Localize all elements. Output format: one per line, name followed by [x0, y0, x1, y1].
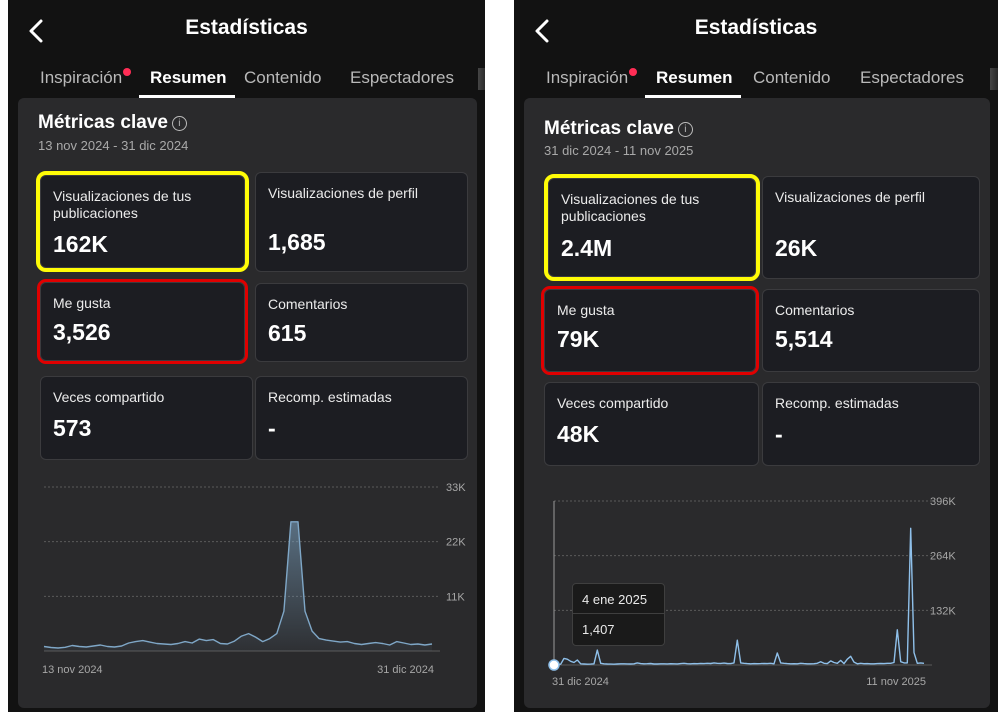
metric-value: 5,514	[775, 326, 833, 352]
metric-value: 1,685	[268, 229, 326, 255]
y-tick-label: 264K	[930, 551, 956, 563]
series-line	[43, 521, 433, 649]
tab-label: Resumen	[150, 68, 227, 87]
top-bar: Estadísticas	[8, 0, 485, 64]
metric-profile-views[interactable]: Visualizaciones de perfil 26K	[762, 176, 980, 279]
metric-post-views[interactable]: Visualizaciones de tus publicaciones 2.4…	[544, 174, 760, 281]
page-title: Estadísticas	[185, 16, 308, 39]
page-title: Estadísticas	[694, 16, 818, 39]
tab-label: Resumen	[656, 68, 733, 87]
metric-value: -	[268, 415, 276, 441]
tab-label: Contenido	[753, 68, 831, 87]
tooltip-date: 4 ene 2025	[582, 592, 648, 607]
metric-label: Comentarios	[775, 302, 855, 318]
metric-shares[interactable]: Veces compartido 48K	[544, 382, 759, 466]
metric-profile-views[interactable]: Visualizaciones de perfil 1,685	[255, 172, 468, 272]
metric-likes[interactable]: Me gusta 3,526	[37, 279, 248, 364]
tab-bar: Inspiración Resumen Contenido Espectador…	[8, 60, 485, 98]
metric-label: Visualizaciones de tus publicaciones	[561, 191, 700, 224]
tooltip-value: 1,407	[582, 622, 615, 637]
metric-label: Me gusta	[557, 302, 615, 318]
metric-value: 3,526	[53, 319, 111, 345]
chart-tooltip: 4 ene 2025 1,407	[572, 583, 665, 646]
section-title: Métricas clave i	[544, 118, 693, 140]
section-title: Métricas clave i	[38, 112, 187, 134]
hover-point[interactable]	[548, 659, 560, 671]
section-title-text: Métricas clave	[38, 112, 168, 133]
metric-estimated-rewards[interactable]: Recomp. estimadas -	[762, 382, 980, 466]
top-bar: Estadísticas	[514, 0, 998, 64]
metric-value: 162K	[53, 231, 108, 257]
y-tick-label: 22K	[446, 537, 466, 549]
metric-post-views[interactable]: Visualizaciones de tus publicaciones 162…	[36, 171, 249, 272]
tooltip-divider	[573, 613, 664, 614]
tab-bar: Inspiración Resumen Contenido Espectador…	[514, 60, 998, 98]
metric-label: Visualizaciones de tus publicaciones	[53, 188, 192, 221]
key-metrics-card: Métricas clave i 31 dic 2024 - 11 nov 202…	[524, 98, 990, 708]
tab-label: Contenido	[244, 68, 322, 87]
y-tick-label: 11K	[446, 591, 465, 603]
tab-label: Espectadores	[860, 68, 964, 87]
views-chart[interactable]: 33K 22K 11K 13 nov 2024 31 dic 2024	[18, 473, 477, 688]
tab-espectadores[interactable]: Espectadores	[350, 68, 454, 88]
tab-resumen[interactable]: Resumen	[656, 68, 733, 88]
info-icon[interactable]: i	[171, 116, 187, 131]
metric-value: 79K	[557, 326, 600, 352]
metric-label: Visualizaciones de perfil	[268, 185, 418, 201]
tab-contenido[interactable]: Contenido	[244, 68, 322, 88]
metric-shares[interactable]: Veces compartido 573	[40, 376, 253, 460]
date-range: 13 nov 2024 - 31 dic 2024	[38, 138, 189, 153]
metric-estimated-rewards[interactable]: Recomp. estimadas -	[255, 376, 468, 460]
metric-value: -	[775, 421, 783, 447]
metric-label: Veces compartido	[557, 395, 669, 411]
x-end-label: 11 nov 2025	[866, 676, 926, 688]
y-tick-label: 396K	[930, 496, 956, 508]
tab-espectadores[interactable]: Espectadores	[860, 68, 964, 88]
tab-overflow-fade	[478, 68, 485, 90]
tab-inspiracion[interactable]: Inspiración	[546, 68, 638, 88]
metric-label: Veces compartido	[53, 389, 165, 405]
y-tick-label: 132K	[930, 605, 956, 617]
tab-label: Inspiración	[546, 68, 629, 87]
stats-panel-right: Estadísticas Inspiración Resumen Conteni…	[514, 0, 998, 712]
notification-dot	[123, 68, 132, 76]
tab-overflow-fade	[990, 68, 998, 90]
metric-value: 26K	[775, 235, 818, 261]
metric-likes[interactable]: Me gusta 79K	[541, 286, 759, 375]
tab-label: Espectadores	[350, 68, 454, 87]
notification-dot	[629, 68, 638, 76]
tab-inspiracion[interactable]: Inspiración	[40, 68, 132, 88]
metric-label: Me gusta	[53, 295, 111, 311]
tab-label: Inspiración	[40, 68, 123, 87]
y-tick-label: 33K	[446, 482, 466, 494]
section-title-text: Métricas clave	[544, 118, 674, 139]
date-range: 31 dic 2024 - 11 nov 2025	[544, 143, 694, 158]
x-start-label: 13 nov 2024	[42, 664, 103, 676]
tab-contenido[interactable]: Contenido	[753, 68, 831, 88]
metric-label: Comentarios	[268, 296, 348, 312]
metric-value: 48K	[557, 421, 600, 447]
metric-value: 615	[268, 320, 307, 346]
stats-panel-left: Estadísticas Inspiración Resumen Conteni…	[8, 0, 485, 712]
metric-value: 573	[53, 415, 92, 441]
metric-comments[interactable]: Comentarios 615	[255, 283, 468, 362]
metric-label: Recomp. estimadas	[268, 389, 392, 405]
metric-comments[interactable]: Comentarios 5,514	[762, 289, 980, 372]
metric-label: Recomp. estimadas	[775, 395, 899, 411]
info-icon[interactable]: i	[677, 122, 693, 137]
tab-resumen[interactable]: Resumen	[150, 68, 227, 88]
metric-value: 2.4M	[561, 235, 613, 261]
key-metrics-card: Métricas clave i 13 nov 2024 - 31 dic 202…	[18, 98, 477, 708]
x-end-label: 31 dic 2024	[377, 664, 434, 676]
metric-label: Visualizaciones de perfil	[775, 189, 925, 205]
x-start-label: 31 dic 2024	[552, 676, 609, 688]
